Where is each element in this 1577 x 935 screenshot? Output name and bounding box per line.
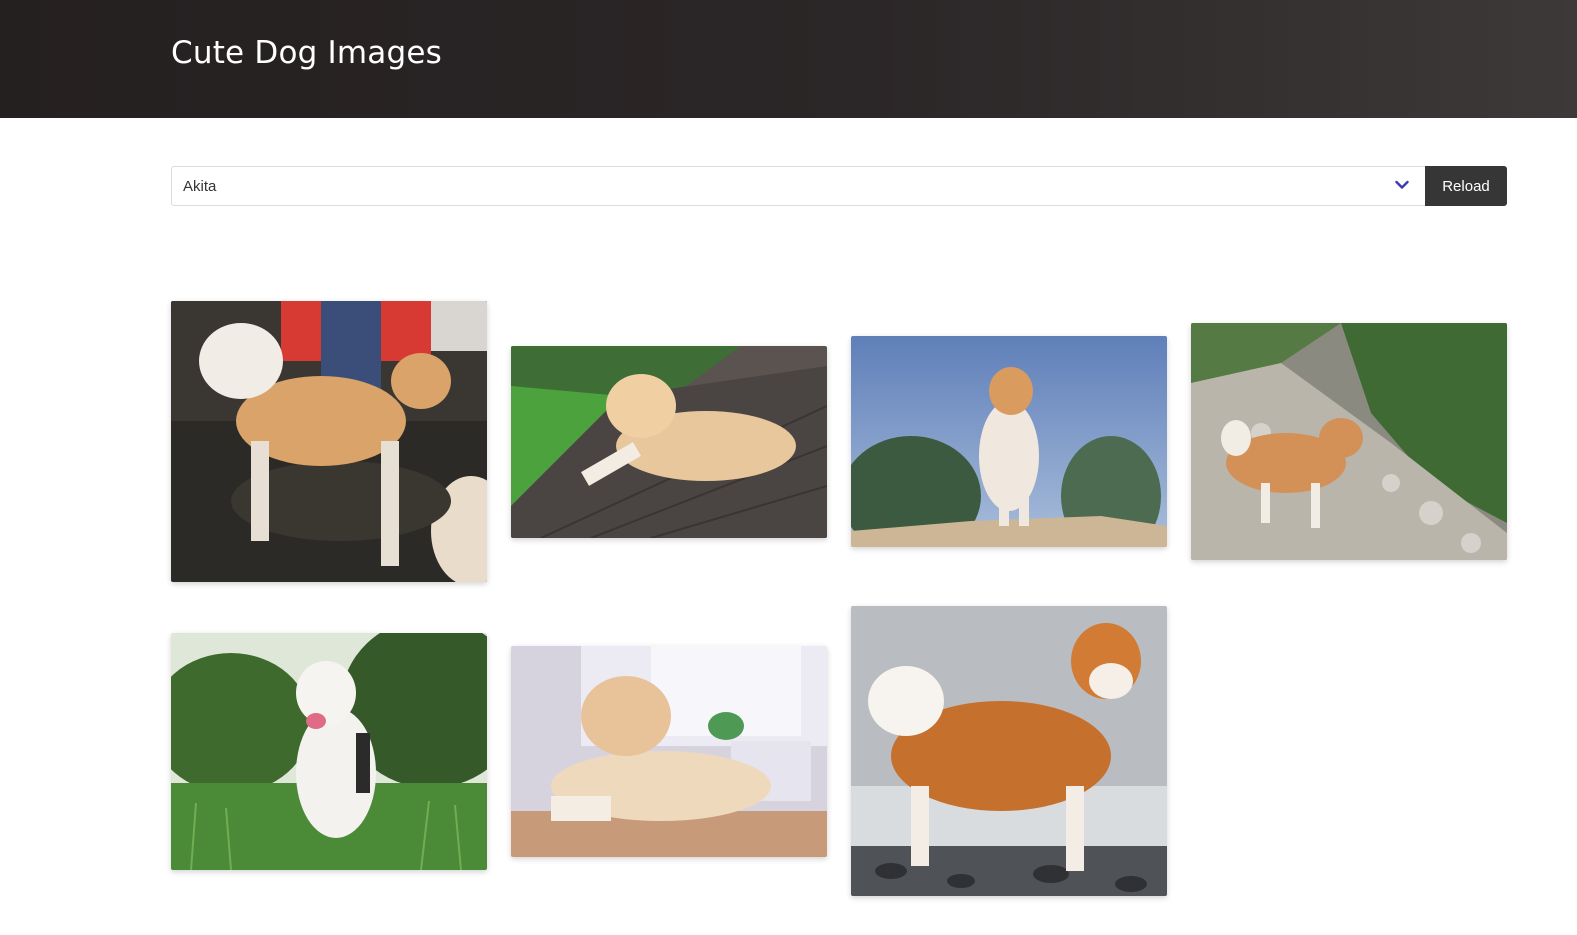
chevron-down-icon	[1395, 180, 1409, 189]
app-header: Cute Dog Images	[0, 0, 1577, 118]
page-title: Cute Dog Images	[171, 35, 442, 71]
dog-photo-7	[851, 606, 1167, 896]
dog-photo-2	[511, 346, 827, 538]
dog-photo-6	[511, 646, 827, 857]
dog-photo-1	[171, 301, 487, 582]
dog-photo-4	[1191, 323, 1507, 560]
breed-select[interactable]: Akita	[171, 166, 1425, 206]
reload-button[interactable]: Reload	[1425, 166, 1507, 206]
dog-photo-5	[171, 633, 487, 870]
breed-controls: Akita Reload	[171, 166, 1507, 206]
breed-select-value: Akita	[183, 178, 217, 195]
dog-photo-3	[851, 336, 1167, 547]
